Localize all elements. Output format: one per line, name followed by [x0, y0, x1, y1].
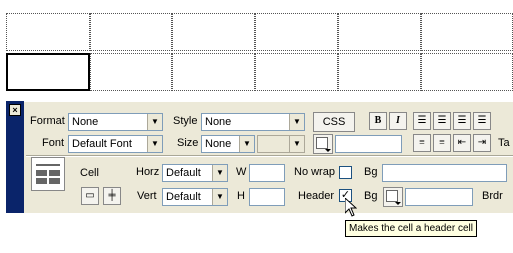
- format-select[interactable]: None ▼: [68, 113, 163, 131]
- style-label: Style: [173, 115, 198, 127]
- size-unit-select: ▼: [257, 135, 305, 153]
- format-value: None: [72, 116, 99, 128]
- format-label: Format: [30, 115, 65, 127]
- table-cell[interactable]: [90, 53, 172, 91]
- border-label: Brdr: [482, 190, 503, 202]
- table-cell[interactable]: [338, 53, 421, 91]
- target-label: Ta: [498, 137, 510, 149]
- font-select[interactable]: Default Font ▼: [68, 135, 163, 153]
- align-left-icon[interactable]: ☰: [413, 112, 431, 130]
- mouse-cursor-icon: [345, 198, 357, 217]
- table-cell[interactable]: [172, 53, 255, 91]
- chevron-down-icon: ▼: [289, 114, 304, 130]
- bold-button[interactable]: B: [369, 112, 387, 130]
- chevron-down-icon: ▼: [212, 189, 227, 205]
- italic-button[interactable]: I: [389, 112, 407, 130]
- header-tooltip: Makes the cell a header cell: [345, 220, 477, 237]
- css-button[interactable]: CSS: [313, 112, 355, 132]
- align-right-icon[interactable]: ☰: [453, 112, 471, 130]
- nowrap-label: No wrap: [294, 166, 335, 178]
- split-cell-icon[interactable]: ╪: [103, 187, 121, 205]
- size-label: Size: [177, 137, 199, 149]
- vert-label: Vert: [137, 190, 157, 202]
- table-cell-selected[interactable]: [6, 53, 90, 91]
- chevron-down-icon: ▼: [147, 114, 162, 130]
- style-value: None: [205, 116, 232, 128]
- horz-label: Horz: [136, 166, 160, 178]
- table-cell[interactable]: [421, 13, 513, 51]
- unordered-list-icon[interactable]: ≡: [413, 134, 431, 152]
- chevron-down-icon: ▼: [289, 136, 304, 152]
- height-field[interactable]: [249, 188, 285, 206]
- size-value: None: [205, 138, 232, 150]
- bg-image-label: Bg: [364, 166, 378, 178]
- nowrap-checkbox[interactable]: [339, 166, 352, 179]
- cell-label: Cell: [80, 167, 99, 179]
- table-cell-icon: [31, 157, 65, 191]
- align-justify-icon[interactable]: ☰: [473, 112, 491, 130]
- panel-gripper[interactable]: [6, 101, 24, 213]
- horz-value: Default: [166, 167, 201, 179]
- size-select[interactable]: None ▼: [201, 135, 255, 153]
- vert-value: Default: [166, 191, 201, 203]
- align-center-icon[interactable]: ☰: [433, 112, 451, 130]
- table-cell[interactable]: [90, 13, 172, 51]
- width-field[interactable]: [249, 164, 285, 182]
- chevron-down-icon: ▼: [239, 136, 254, 152]
- outdent-icon[interactable]: ⇤: [453, 134, 471, 152]
- bg-color-field[interactable]: [405, 188, 473, 206]
- font-label: Font: [42, 137, 65, 149]
- font-value: Default Font: [72, 138, 132, 150]
- panel-divider: [26, 155, 513, 157]
- horz-select[interactable]: Default ▼: [162, 164, 228, 182]
- table-cell[interactable]: [6, 13, 90, 51]
- width-label: W: [236, 166, 247, 178]
- table-cell[interactable]: [172, 13, 255, 51]
- chevron-down-icon: ▼: [147, 136, 162, 152]
- text-color-picker[interactable]: [313, 134, 333, 154]
- table-cell[interactable]: [255, 53, 338, 91]
- height-label: H: [237, 190, 245, 202]
- style-select[interactable]: None ▼: [201, 113, 305, 131]
- indent-icon[interactable]: ⇥: [473, 134, 491, 152]
- close-panel-icon[interactable]: ×: [9, 104, 21, 116]
- text-color-field[interactable]: [335, 135, 402, 153]
- bg-color-picker[interactable]: [383, 187, 403, 207]
- bg-color-label: Bg: [364, 190, 378, 202]
- bg-image-field[interactable]: [382, 164, 507, 182]
- table-cell[interactable]: [421, 53, 513, 91]
- header-label: Header: [298, 190, 335, 202]
- table-cell[interactable]: [255, 13, 338, 51]
- table-cell[interactable]: [338, 13, 421, 51]
- ordered-list-icon[interactable]: ≡: [433, 134, 451, 152]
- merge-cells-icon[interactable]: ▭: [81, 187, 99, 205]
- vert-select[interactable]: Default ▼: [162, 188, 228, 206]
- chevron-down-icon: ▼: [212, 165, 227, 181]
